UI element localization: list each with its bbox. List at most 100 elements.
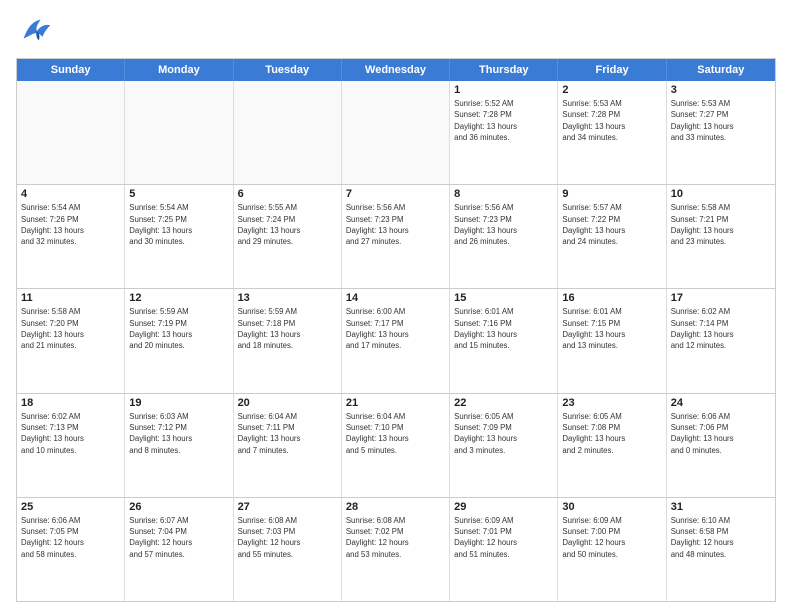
day-info: Sunrise: 5:53 AM Sunset: 7:27 PM Dayligh…	[671, 98, 771, 143]
day-info: Sunrise: 5:59 AM Sunset: 7:18 PM Dayligh…	[238, 306, 337, 351]
calendar-cell: 29 Sunrise: 6:09 AM Sunset: 7:01 PM Dayli…	[450, 498, 558, 601]
day-info: Sunrise: 5:54 AM Sunset: 7:26 PM Dayligh…	[21, 202, 120, 247]
calendar-cell: 11 Sunrise: 5:58 AM Sunset: 7:20 PM Dayli…	[17, 289, 125, 392]
calendar-row: 1 Sunrise: 5:52 AM Sunset: 7:28 PM Daylig…	[17, 81, 775, 185]
calendar-cell: 19 Sunrise: 6:03 AM Sunset: 7:12 PM Dayli…	[125, 394, 233, 497]
day-info: Sunrise: 6:10 AM Sunset: 6:58 PM Dayligh…	[671, 515, 771, 560]
day-number: 12	[129, 292, 228, 304]
calendar-cell: 30 Sunrise: 6:09 AM Sunset: 7:00 PM Dayli…	[558, 498, 666, 601]
day-number: 23	[562, 397, 661, 409]
header	[16, 12, 776, 50]
day-number: 31	[671, 501, 771, 513]
page: SundayMondayTuesdayWednesdayThursdayFrid…	[0, 0, 792, 612]
calendar-cell: 23 Sunrise: 6:05 AM Sunset: 7:08 PM Dayli…	[558, 394, 666, 497]
weekday-header: Thursday	[450, 59, 558, 81]
day-info: Sunrise: 5:54 AM Sunset: 7:25 PM Dayligh…	[129, 202, 228, 247]
weekday-header: Monday	[125, 59, 233, 81]
day-number: 21	[346, 397, 445, 409]
day-info: Sunrise: 5:58 AM Sunset: 7:21 PM Dayligh…	[671, 202, 771, 247]
calendar-cell: 6Sunrise: 5:55 AM Sunset: 7:24 PM Daylig…	[234, 185, 342, 288]
day-number: 11	[21, 292, 120, 304]
day-info: Sunrise: 5:56 AM Sunset: 7:23 PM Dayligh…	[346, 202, 445, 247]
day-number: 13	[238, 292, 337, 304]
calendar-row: 4 Sunrise: 5:54 AM Sunset: 7:26 PM Daylig…	[17, 185, 775, 289]
calendar-cell: 26Sunrise: 6:07 AM Sunset: 7:04 PM Dayli…	[125, 498, 233, 601]
day-info: Sunrise: 5:57 AM Sunset: 7:22 PM Dayligh…	[562, 202, 661, 247]
day-number: 29	[454, 501, 553, 513]
day-info: Sunrise: 6:08 AM Sunset: 7:03 PM Dayligh…	[238, 515, 337, 560]
day-info: Sunrise: 6:02 AM Sunset: 7:14 PM Dayligh…	[671, 306, 771, 351]
day-info: Sunrise: 6:02 AM Sunset: 7:13 PM Dayligh…	[21, 411, 120, 456]
logo-icon	[16, 12, 54, 50]
calendar-cell	[342, 81, 450, 184]
calendar-cell: 18 Sunrise: 6:02 AM Sunset: 7:13 PM Dayli…	[17, 394, 125, 497]
day-number: 3	[671, 84, 771, 96]
day-info: Sunrise: 5:53 AM Sunset: 7:28 PM Dayligh…	[562, 98, 661, 143]
day-info: Sunrise: 6:06 AM Sunset: 7:05 PM Dayligh…	[21, 515, 120, 560]
day-number: 15	[454, 292, 553, 304]
calendar-row: 18 Sunrise: 6:02 AM Sunset: 7:13 PM Dayli…	[17, 394, 775, 498]
weekday-header: Saturday	[667, 59, 775, 81]
calendar-cell: 5Sunrise: 5:54 AM Sunset: 7:25 PM Daylig…	[125, 185, 233, 288]
day-number: 14	[346, 292, 445, 304]
day-info: Sunrise: 6:01 AM Sunset: 7:15 PM Dayligh…	[562, 306, 661, 351]
day-number: 4	[21, 188, 120, 200]
day-info: Sunrise: 6:00 AM Sunset: 7:17 PM Dayligh…	[346, 306, 445, 351]
weekday-header: Wednesday	[342, 59, 450, 81]
day-number: 24	[671, 397, 771, 409]
calendar-cell: 25Sunrise: 6:06 AM Sunset: 7:05 PM Dayli…	[17, 498, 125, 601]
day-info: Sunrise: 6:06 AM Sunset: 7:06 PM Dayligh…	[671, 411, 771, 456]
day-number: 16	[562, 292, 661, 304]
weekday-header: Tuesday	[234, 59, 342, 81]
calendar-cell	[125, 81, 233, 184]
calendar-row: 25Sunrise: 6:06 AM Sunset: 7:05 PM Dayli…	[17, 498, 775, 601]
day-number: 30	[562, 501, 661, 513]
day-info: Sunrise: 6:09 AM Sunset: 7:00 PM Dayligh…	[562, 515, 661, 560]
day-info: Sunrise: 6:09 AM Sunset: 7:01 PM Dayligh…	[454, 515, 553, 560]
day-number: 10	[671, 188, 771, 200]
calendar-cell: 16 Sunrise: 6:01 AM Sunset: 7:15 PM Dayli…	[558, 289, 666, 392]
day-info: Sunrise: 5:55 AM Sunset: 7:24 PM Dayligh…	[238, 202, 337, 247]
day-info: Sunrise: 6:04 AM Sunset: 7:11 PM Dayligh…	[238, 411, 337, 456]
day-number: 19	[129, 397, 228, 409]
day-number: 28	[346, 501, 445, 513]
day-number: 7	[346, 188, 445, 200]
logo	[16, 12, 56, 50]
day-info: Sunrise: 6:05 AM Sunset: 7:09 PM Dayligh…	[454, 411, 553, 456]
day-info: Sunrise: 5:58 AM Sunset: 7:20 PM Dayligh…	[21, 306, 120, 351]
calendar-cell: 27Sunrise: 6:08 AM Sunset: 7:03 PM Dayli…	[234, 498, 342, 601]
day-info: Sunrise: 5:56 AM Sunset: 7:23 PM Dayligh…	[454, 202, 553, 247]
day-number: 18	[21, 397, 120, 409]
day-number: 8	[454, 188, 553, 200]
calendar-cell: 22 Sunrise: 6:05 AM Sunset: 7:09 PM Dayli…	[450, 394, 558, 497]
day-info: Sunrise: 6:03 AM Sunset: 7:12 PM Dayligh…	[129, 411, 228, 456]
calendar-cell: 2 Sunrise: 5:53 AM Sunset: 7:28 PM Daylig…	[558, 81, 666, 184]
calendar-cell: 28 Sunrise: 6:08 AM Sunset: 7:02 PM Dayli…	[342, 498, 450, 601]
calendar-cell: 4 Sunrise: 5:54 AM Sunset: 7:26 PM Daylig…	[17, 185, 125, 288]
day-info: Sunrise: 6:07 AM Sunset: 7:04 PM Dayligh…	[129, 515, 228, 560]
day-info: Sunrise: 5:52 AM Sunset: 7:28 PM Dayligh…	[454, 98, 553, 143]
calendar-cell	[234, 81, 342, 184]
day-info: Sunrise: 6:08 AM Sunset: 7:02 PM Dayligh…	[346, 515, 445, 560]
day-number: 2	[562, 84, 661, 96]
day-info: Sunrise: 6:04 AM Sunset: 7:10 PM Dayligh…	[346, 411, 445, 456]
calendar-cell: 14 Sunrise: 6:00 AM Sunset: 7:17 PM Dayli…	[342, 289, 450, 392]
calendar-cell: 3 Sunrise: 5:53 AM Sunset: 7:27 PM Daylig…	[667, 81, 775, 184]
day-number: 22	[454, 397, 553, 409]
calendar-cell: 17Sunrise: 6:02 AM Sunset: 7:14 PM Dayli…	[667, 289, 775, 392]
calendar-cell: 10 Sunrise: 5:58 AM Sunset: 7:21 PM Dayli…	[667, 185, 775, 288]
calendar-cell: 12Sunrise: 5:59 AM Sunset: 7:19 PM Dayli…	[125, 289, 233, 392]
calendar-cell: 8 Sunrise: 5:56 AM Sunset: 7:23 PM Daylig…	[450, 185, 558, 288]
calendar-cell: 21 Sunrise: 6:04 AM Sunset: 7:10 PM Dayli…	[342, 394, 450, 497]
weekday-header: Friday	[558, 59, 666, 81]
calendar-cell	[17, 81, 125, 184]
day-number: 1	[454, 84, 553, 96]
calendar-cell: 9 Sunrise: 5:57 AM Sunset: 7:22 PM Daylig…	[558, 185, 666, 288]
day-number: 9	[562, 188, 661, 200]
calendar-header: SundayMondayTuesdayWednesdayThursdayFrid…	[17, 59, 775, 81]
calendar-cell: 24 Sunrise: 6:06 AM Sunset: 7:06 PM Dayli…	[667, 394, 775, 497]
calendar: SundayMondayTuesdayWednesdayThursdayFrid…	[16, 58, 776, 602]
day-info: Sunrise: 6:05 AM Sunset: 7:08 PM Dayligh…	[562, 411, 661, 456]
calendar-body: 1 Sunrise: 5:52 AM Sunset: 7:28 PM Daylig…	[17, 81, 775, 601]
calendar-cell: 1 Sunrise: 5:52 AM Sunset: 7:28 PM Daylig…	[450, 81, 558, 184]
